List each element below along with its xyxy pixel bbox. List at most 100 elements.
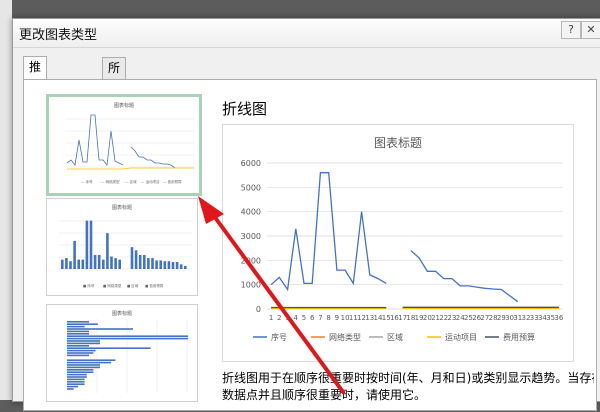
dialog-title: 更改图表类型 <box>19 28 98 43</box>
svg-text:■ 序号: ■ 序号 <box>83 283 95 288</box>
thumb-bar <box>67 369 94 371</box>
x-tick-label: 7 <box>318 314 322 322</box>
x-tick-label: 36 <box>554 314 563 322</box>
series-line <box>270 172 387 292</box>
thumb-bar <box>67 388 74 390</box>
tab-recommended-charts[interactable]: 推荐的图表 <box>23 56 48 158</box>
chart-gridlines <box>267 162 563 310</box>
thumb-bar-chart[interactable]: 图表标题 <box>46 304 198 402</box>
thumb-line-chart-graphic: 图表标题 — 序号 — 网络类型 — 区域 — 运动项目 — 费用预算 <box>65 102 194 184</box>
thumb-title: 图表标题 <box>114 102 134 109</box>
x-tick-label: 1 <box>269 314 273 322</box>
thumb-bar <box>67 376 87 378</box>
x-axis-labels: 1 2 3 4 5 6 7 8 9 10 11 12 13 14 15 16 17 18 19 20 21 22 23 24 2… <box>269 314 564 322</box>
line-chart: 图表标题 0 1000 2000 3000 4000 5000 6000 123456789… <box>241 136 564 342</box>
thumb-bar <box>67 342 100 345</box>
thumb-bar <box>67 364 100 366</box>
change-chart-type-dialog: 更改图表类型 ? ✕ 推荐的图表 所有图表 图表标题 <box>12 18 600 411</box>
thumb-bar <box>67 385 78 388</box>
svg-text:■ 网络类型: ■ 网络类型 <box>103 283 122 288</box>
x-tick-label: 4 <box>294 314 299 322</box>
legend-label: 序号 <box>271 332 287 342</box>
x-tick-label: 2 <box>277 314 281 322</box>
thumb-bar <box>67 349 96 352</box>
thumb-bar <box>67 378 85 381</box>
thumb-column <box>89 220 93 269</box>
svg-text:— 网络类型: — 网络类型 <box>101 179 120 184</box>
thumb-column <box>106 233 109 269</box>
thumb-column <box>179 264 183 269</box>
thumb-column <box>159 260 162 269</box>
thumb-title: 图表标题 <box>112 204 132 211</box>
help-button[interactable]: ? <box>561 21 581 39</box>
thumb-bar <box>67 352 94 354</box>
thumb-column <box>69 261 72 269</box>
y-axis-labels: 0 1000 2000 3000 4000 5000 6000 <box>241 159 261 314</box>
y-tick-label: 2000 <box>241 256 261 265</box>
svg-text:■ 费用预算: ■ 费用预算 <box>145 283 164 288</box>
thumb-column <box>167 261 171 269</box>
tab-all-charts[interactable]: 所有图表 <box>102 57 127 138</box>
background-app <box>0 0 12 400</box>
thumb-column <box>102 259 105 269</box>
chart-preview: 图表标题 0 1000 2000 3000 4000 5000 6000 123456789… <box>222 124 574 362</box>
series-line <box>410 250 519 303</box>
thumb-bar <box>67 361 111 364</box>
thumb-bar <box>67 359 116 361</box>
svg-text:■ 区域: ■ 区域 <box>127 283 139 288</box>
chart-type-name: 折线图 <box>222 100 268 118</box>
description-line-1: 折线图用于在顺序很重要时按时间(年、月和日)或类别显示趋势。当存在 <box>222 371 594 385</box>
thumb-bar <box>67 347 151 349</box>
thumb-column-chart[interactable]: 图表标题 ■ 序号 ■ 网络类型 ■ 区域 ■ 费用预算 <box>46 198 198 296</box>
thumb-column <box>118 259 121 269</box>
x-tick-label: 8 <box>326 314 330 322</box>
y-tick-label: 5000 <box>241 183 261 192</box>
thumb-line-chart[interactable]: 图表标题 — 序号 — 网络类型 — 区域 — 运动项目 — 费用预算 <box>46 94 202 196</box>
svg-text:— 序号: — 序号 <box>81 179 93 184</box>
y-tick-label: 4000 <box>241 208 261 217</box>
tab-panel: 图表标题 — 序号 — 网络类型 — 区域 — 运动项目 — 费用预算 图表标题… <box>23 79 597 411</box>
thumb-bar <box>67 371 94 373</box>
svg-text:— 费用预算: — 费用预算 <box>163 179 182 184</box>
thumb-column <box>155 260 158 269</box>
thumb-column <box>73 240 76 269</box>
thumb-bar <box>67 323 98 325</box>
x-tick-label: 9 <box>335 314 339 322</box>
y-tick-label: 1000 <box>241 281 261 290</box>
thumb-bar <box>67 325 85 328</box>
y-tick-label: 3000 <box>241 232 261 241</box>
thumb-bar <box>67 340 100 342</box>
recommended-chart-list: 图表标题 — 序号 — 网络类型 — 区域 — 运动项目 — 费用预算 图表标题… <box>34 94 209 412</box>
thumb-column <box>175 261 179 269</box>
chart-title: 图表标题 <box>374 136 422 150</box>
thumb-bar <box>67 354 89 357</box>
thumb-column <box>184 265 187 269</box>
svg-text:— 运动项目: — 运动项目 <box>141 179 160 184</box>
thumb-column <box>114 258 117 269</box>
thumb-bar <box>67 381 85 383</box>
thumb-bar <box>67 373 87 376</box>
x-tick-label: 3 <box>285 314 289 322</box>
thumb-column <box>138 254 142 269</box>
thumb-column <box>110 256 113 269</box>
dialog-titlebar: 更改图表类型 ? ✕ <box>13 19 600 48</box>
thumb-bar <box>67 321 89 323</box>
legend-label: 区域 <box>387 332 403 342</box>
x-tick-label: 5 <box>302 314 306 322</box>
thumb-bar <box>67 337 188 340</box>
thumb-column <box>81 259 85 269</box>
thumb-bar <box>67 330 89 333</box>
thumb-column <box>97 254 101 269</box>
thumb-column <box>163 261 167 269</box>
thumb-column-chart-graphic: 图表标题 ■ 序号 ■ 网络类型 ■ 区域 ■ 费用预算 <box>59 204 192 288</box>
thumb-bar <box>67 345 89 347</box>
close-button[interactable]: ✕ <box>581 21 600 39</box>
thumb-bar <box>67 333 89 335</box>
legend-label: 费用预算 <box>503 332 535 342</box>
thumb-column <box>61 259 64 269</box>
svg-text:— 区域: — 区域 <box>125 179 137 184</box>
thumb-column <box>85 220 89 269</box>
thumb-bar <box>67 335 188 337</box>
chart-series <box>270 172 559 310</box>
thumb-bar <box>67 366 100 369</box>
